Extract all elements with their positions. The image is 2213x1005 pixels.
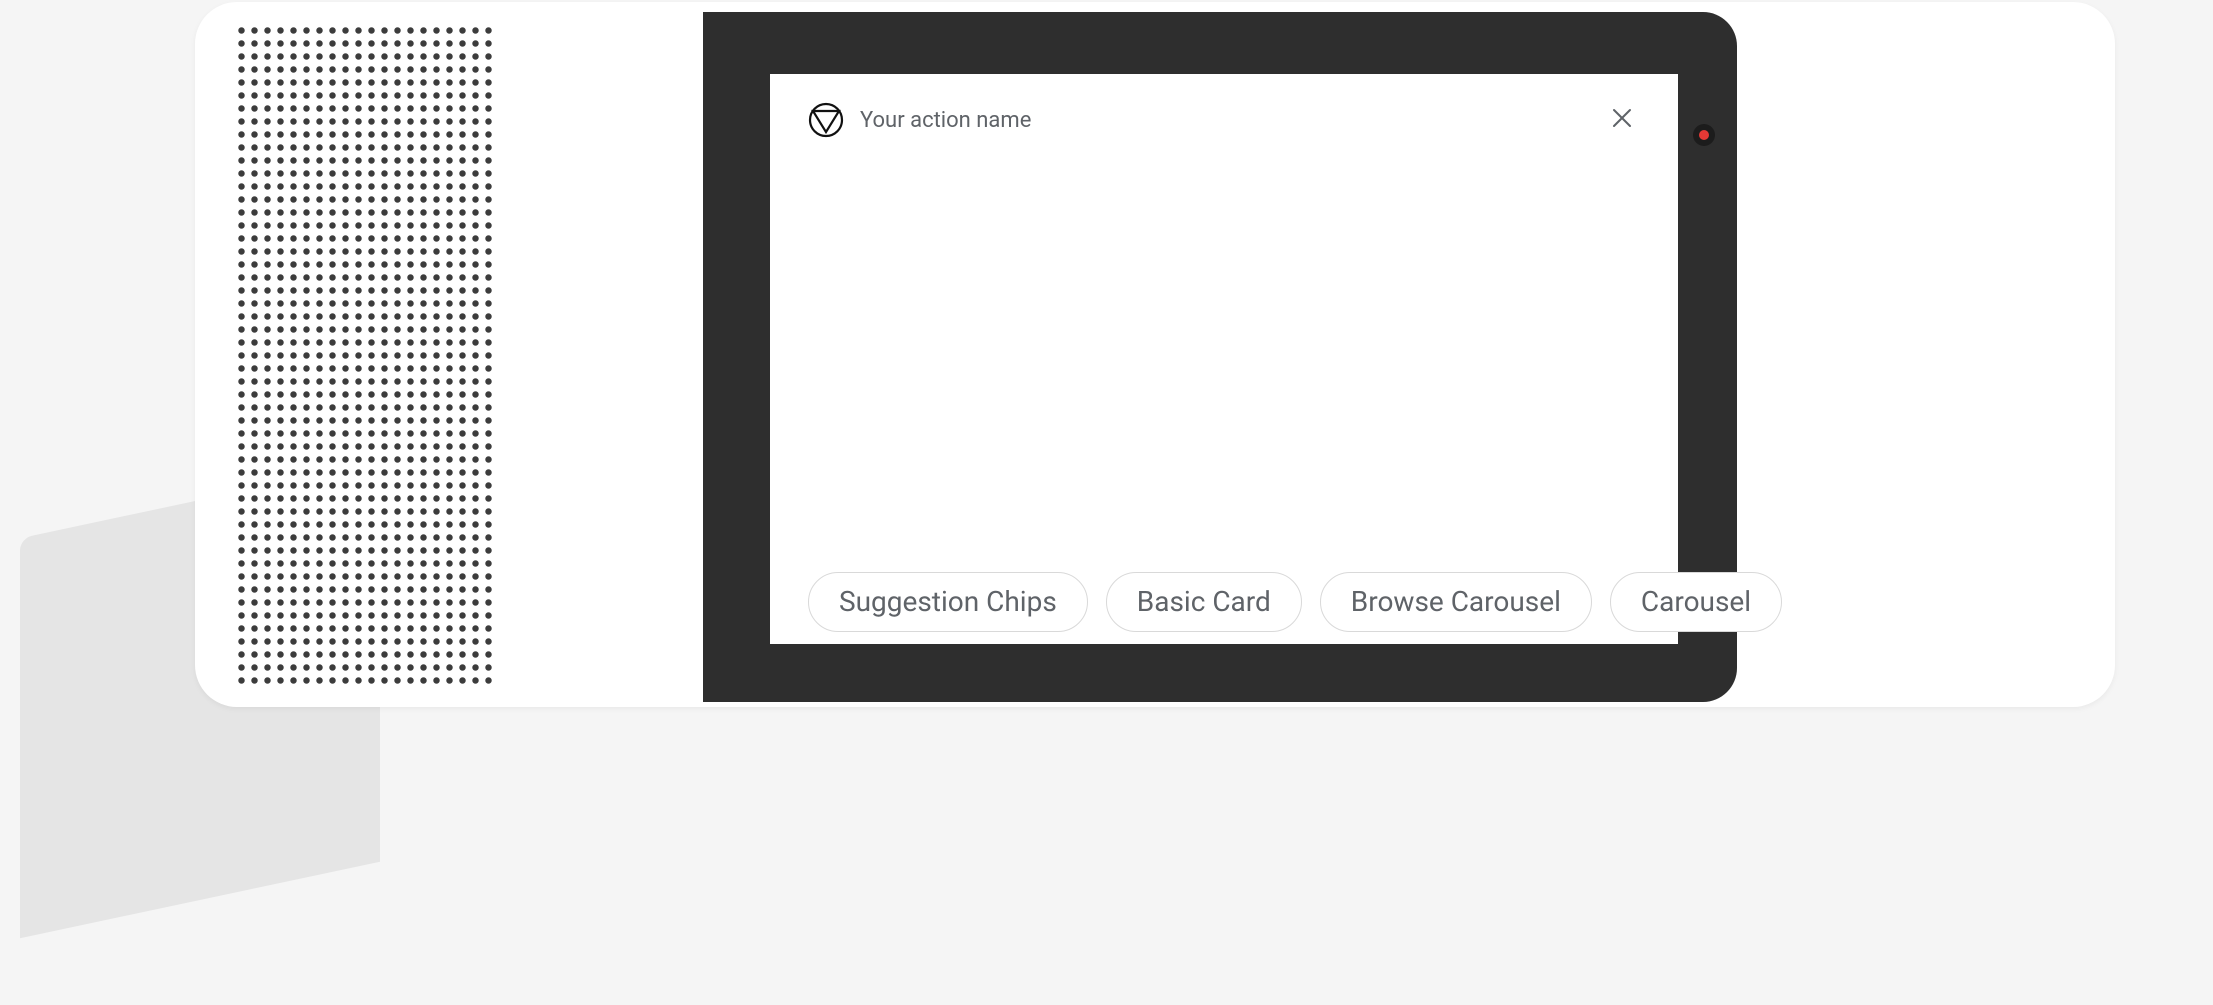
app-logo-icon — [808, 102, 844, 138]
screen-bezel: Your action name Suggestion Chips — [703, 12, 1737, 702]
speaker-grille — [235, 24, 495, 684]
chip-label: Browse Carousel — [1351, 585, 1561, 618]
chip-carousel[interactable]: Carousel — [1610, 572, 1782, 632]
chip-suggestion-chips[interactable]: Suggestion Chips — [808, 572, 1088, 632]
screen-body — [770, 138, 1678, 572]
chip-browse-carousel[interactable]: Browse Carousel — [1320, 572, 1592, 632]
screen-header: Your action name — [770, 74, 1678, 138]
smart-display-device: Your action name Suggestion Chips — [195, 2, 2115, 707]
chip-label: Basic Card — [1137, 585, 1271, 618]
chip-label: Suggestion Chips — [839, 585, 1057, 618]
chip-label: Carousel — [1641, 585, 1751, 618]
camera-indicator-icon — [1693, 124, 1715, 146]
action-name-label: Your action name — [860, 108, 1588, 133]
viewport: Your action name Suggestion Chips — [0, 0, 2213, 1005]
suggestion-chip-row: Suggestion Chips Basic Card Browse Carou… — [770, 572, 1678, 644]
screen-content: Your action name Suggestion Chips — [770, 74, 1678, 644]
close-icon — [1610, 106, 1634, 134]
chip-basic-card[interactable]: Basic Card — [1106, 572, 1302, 632]
close-button[interactable] — [1604, 102, 1640, 138]
